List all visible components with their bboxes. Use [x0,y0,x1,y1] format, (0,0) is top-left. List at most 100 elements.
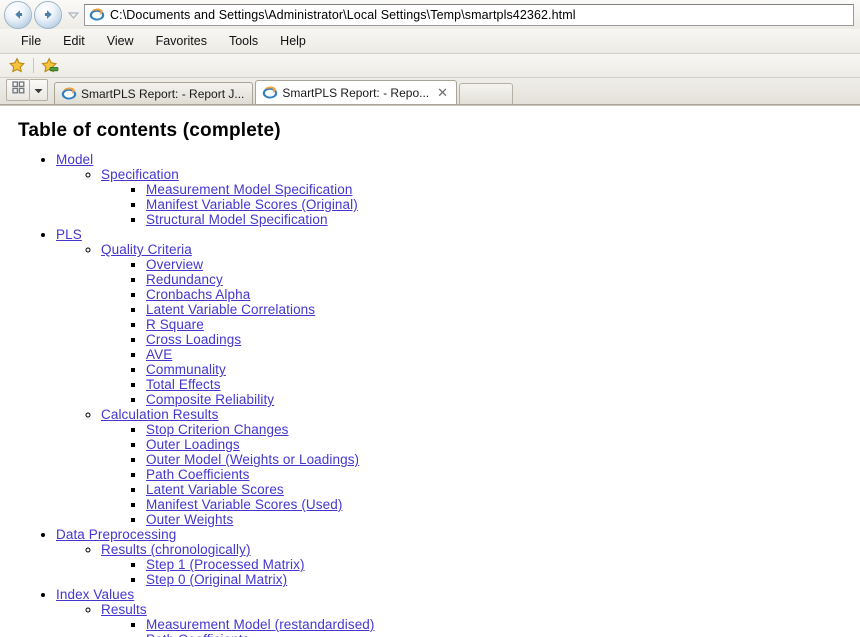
toc-link-composite-reliability[interactable]: Composite Reliability [146,392,274,407]
toc-item-measurement-model-specification: Measurement Model Specification [146,182,860,197]
star-add-icon[interactable] [41,56,59,75]
toc-item-outer-weights: Outer Weights [146,512,860,527]
toc-item-pls: PLS Quality Criteria Overview Redundancy [56,227,860,527]
toc-link-step-0-original-matrix[interactable]: Step 0 (Original Matrix) [146,572,287,587]
chevron-down-icon [67,6,79,24]
url-text: C:\Documents and Settings\Administrator\… [110,7,576,22]
toc-sublist-calculation-results: Stop Criterion Changes Outer Loadings Ou… [101,422,860,527]
toc-link-total-effects[interactable]: Total Effects [146,377,221,392]
table-of-contents: Model Specification Measurement Model Sp… [0,152,860,637]
toc-item-latent-variable-correlations: Latent Variable Correlations [146,302,860,317]
toc-link-index-values[interactable]: Index Values [56,587,134,602]
toc-link-measurement-model-restandardised[interactable]: Measurement Model (restandardised) [146,617,375,632]
toc-item-step-0-original-matrix: Step 0 (Original Matrix) [146,572,860,587]
menu-bar: File Edit View Favorites Tools Help [0,29,860,54]
close-icon[interactable]: ✕ [437,86,448,99]
toc-link-outer-model-weights-or-loadings[interactable]: Outer Model (Weights or Loadings) [146,452,359,467]
toc-link-redundancy[interactable]: Redundancy [146,272,223,287]
toc-sublist-specification: Measurement Model Specification Manifest… [101,182,860,227]
tab-strip: SmartPLS Report: - Report J... SmartPLS … [0,78,860,105]
tab-title: SmartPLS Report: - Report J... [81,86,245,101]
toc-link-quality-criteria[interactable]: Quality Criteria [101,242,192,257]
toc-link-latent-variable-scores[interactable]: Latent Variable Scores [146,482,284,497]
toc-sublist-model: Specification Measurement Model Specific… [56,167,860,227]
toc-item-quality-criteria: Quality Criteria Overview Redundancy Cro… [101,242,860,407]
toc-link-latent-variable-correlations[interactable]: Latent Variable Correlations [146,302,315,317]
toc-item-cronbachs-alpha: Cronbachs Alpha [146,287,860,302]
browser-chrome: C:\Documents and Settings\Administrator\… [0,0,860,106]
toc-sublist-quality-criteria: Overview Redundancy Cronbachs Alpha Late… [101,257,860,407]
tab-list-button[interactable] [30,79,48,101]
page-title: Table of contents (complete) [18,120,281,141]
menu-item-view[interactable]: View [96,32,145,50]
navigation-bar: C:\Documents and Settings\Administrator\… [0,0,860,29]
toc-link-outer-weights[interactable]: Outer Weights [146,512,233,527]
toc-item-r-square: R Square [146,317,860,332]
toc-item-calculation-results: Calculation Results Stop Criterion Chang… [101,407,860,527]
toc-item-manifest-variable-scores-used: Manifest Variable Scores (Used) [146,497,860,512]
toc-link-manifest-variable-scores-original[interactable]: Manifest Variable Scores (Original) [146,197,358,212]
forward-arrow-icon [41,7,56,22]
star-icon[interactable] [8,56,26,75]
toc-item-outer-loadings: Outer Loadings [146,437,860,452]
toc-item-outer-model-weights-or-loadings: Outer Model (Weights or Loadings) [146,452,860,467]
toc-link-results-chronologically[interactable]: Results (chronologically) [101,542,251,557]
toc-sublist-index-values: Results Measurement Model (restandardise… [56,602,860,637]
toc-link-path-coefficients-pls[interactable]: Path Coefficients [146,467,250,482]
toc-link-cross-loadings[interactable]: Cross Loadings [146,332,241,347]
recent-pages-button[interactable] [65,2,81,28]
toc-item-redundancy: Redundancy [146,272,860,287]
toc-item-latent-variable-scores: Latent Variable Scores [146,482,860,497]
toc-sublist-results-chronologically: Step 1 (Processed Matrix) Step 0 (Origin… [101,557,860,587]
menu-item-edit[interactable]: Edit [52,32,96,50]
chevron-down-icon [34,81,43,99]
internet-explorer-icon [61,86,81,102]
toc-link-communality[interactable]: Communality [146,362,226,377]
menu-item-help[interactable]: Help [269,32,317,50]
menu-item-tools[interactable]: Tools [218,32,269,50]
toc-link-measurement-model-specification[interactable]: Measurement Model Specification [146,182,352,197]
toc-link-step-1-processed-matrix[interactable]: Step 1 (Processed Matrix) [146,557,305,572]
toc-item-communality: Communality [146,362,860,377]
menu-item-file[interactable]: File [10,32,52,50]
toc-link-model[interactable]: Model [56,152,93,167]
toc-item-index-values: Index Values Results Measurement Model (… [56,587,860,637]
toc-item-path-coefficients-pls: Path Coefficients [146,467,860,482]
toc-link-overview[interactable]: Overview [146,257,203,272]
toc-link-stop-criterion-changes[interactable]: Stop Criterion Changes [146,422,289,437]
toc-link-manifest-variable-scores-used[interactable]: Manifest Variable Scores (Used) [146,497,342,512]
toolbar-separator [33,58,34,73]
toc-link-calculation-results[interactable]: Calculation Results [101,407,218,422]
back-button[interactable] [4,0,32,29]
toc-link-ave[interactable]: AVE [146,347,172,362]
quick-tabs-button[interactable] [6,79,30,101]
address-bar[interactable]: C:\Documents and Settings\Administrator\… [84,3,854,26]
toc-link-pls[interactable]: PLS [56,227,82,242]
toc-link-data-preprocessing[interactable]: Data Preprocessing [56,527,176,542]
toc-item-step-1-processed-matrix: Step 1 (Processed Matrix) [146,557,860,572]
toc-sublist-data-preprocessing: Results (chronologically) Step 1 (Proces… [56,542,860,587]
toc-sublist-pls: Quality Criteria Overview Redundancy Cro… [56,242,860,527]
toc-item-measurement-model-restandardised: Measurement Model (restandardised) [146,617,860,632]
toc-item-model: Model Specification Measurement Model Sp… [56,152,860,227]
toc-link-path-coefficients-index[interactable]: Path Coefficients [146,632,250,637]
toc-item-composite-reliability: Composite Reliability [146,392,860,407]
quick-tabs-icon [11,81,25,99]
toc-item-ave: AVE [146,347,860,362]
toc-link-structural-model-specification[interactable]: Structural Model Specification [146,212,328,227]
forward-button[interactable] [34,0,62,29]
toc-item-results-chronologically: Results (chronologically) Step 1 (Proces… [101,542,860,587]
toc-link-cronbachs-alpha[interactable]: Cronbachs Alpha [146,287,250,302]
new-tab-button[interactable] [459,83,514,104]
toc-link-results[interactable]: Results [101,602,147,617]
toc-item-data-preprocessing: Data Preprocessing Results (chronologica… [56,527,860,587]
toc-item-manifest-variable-scores-original: Manifest Variable Scores (Original) [146,197,860,212]
toc-link-r-square[interactable]: R Square [146,317,204,332]
toc-item-overview: Overview [146,257,860,272]
tab-smartpls-report-2[interactable]: SmartPLS Report: - Repo... ✕ [255,80,458,104]
tab-smartpls-report-1[interactable]: SmartPLS Report: - Report J... [54,82,254,104]
menu-item-favorites[interactable]: Favorites [145,32,218,50]
toc-link-specification[interactable]: Specification [101,167,179,182]
toc-link-outer-loadings[interactable]: Outer Loadings [146,437,240,452]
page-content: Table of contents (complete) Model Speci… [0,106,860,637]
